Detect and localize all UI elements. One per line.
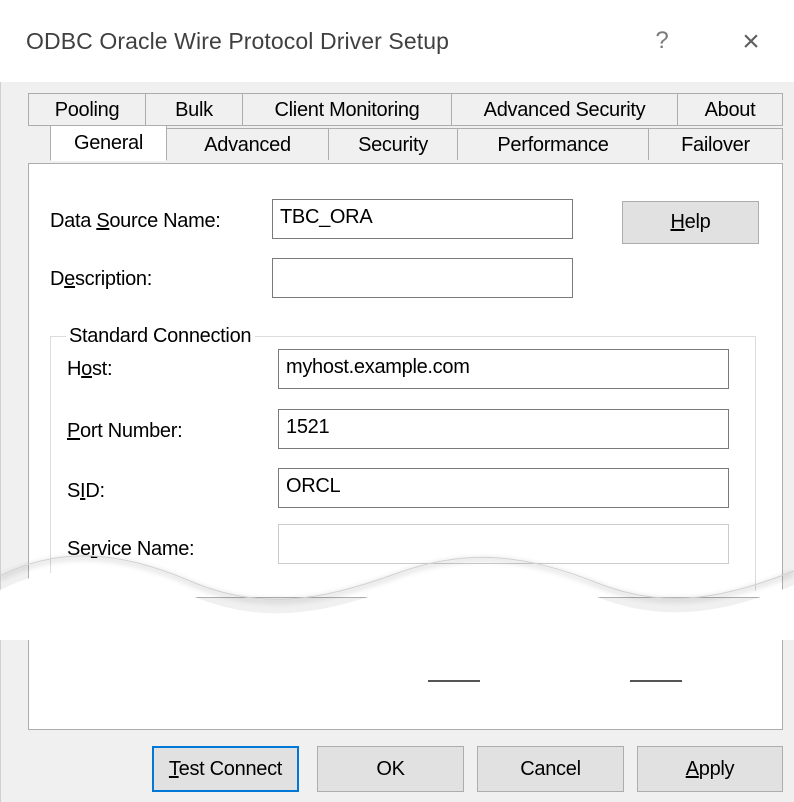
tab-bulk[interactable]: Bulk bbox=[145, 93, 243, 126]
apply-button[interactable]: Apply bbox=[637, 746, 783, 792]
sid-input[interactable]: ORCL bbox=[278, 468, 729, 508]
standard-connection-title: Standard Connection bbox=[66, 325, 256, 348]
tab-advanced-security[interactable]: Advanced Security bbox=[451, 93, 678, 126]
window-title: ODBC Oracle Wire Protocol Driver Setup bbox=[26, 28, 450, 54]
tab-pooling[interactable]: Pooling bbox=[28, 93, 146, 126]
tab-client-monitoring[interactable]: Client Monitoring bbox=[242, 93, 452, 126]
port-number-input[interactable]: 1521 bbox=[278, 409, 729, 449]
close-icon[interactable]: × bbox=[733, 24, 769, 60]
test-connect-button[interactable]: Test Connect bbox=[152, 746, 299, 792]
tab-about[interactable]: About bbox=[677, 93, 783, 126]
description-label: Description: bbox=[50, 268, 153, 290]
description-input[interactable] bbox=[272, 258, 573, 298]
data-source-name-input[interactable]: TBC_ORA bbox=[272, 199, 573, 239]
port-number-label: Port Number: bbox=[67, 420, 183, 442]
help-button[interactable]: Help bbox=[622, 201, 759, 244]
tab-failover[interactable]: Failover bbox=[648, 128, 783, 160]
tab-performance[interactable]: Performance bbox=[457, 128, 649, 160]
tab-general[interactable]: General bbox=[50, 125, 167, 161]
torn-edge-divider bbox=[0, 555, 794, 640]
title-bar: ODBC Oracle Wire Protocol Driver Setup ?… bbox=[0, 0, 794, 82]
help-question-icon[interactable]: ? bbox=[648, 24, 676, 58]
hidden-control-edge bbox=[630, 680, 682, 682]
ok-button[interactable]: OK bbox=[317, 746, 464, 792]
cancel-button[interactable]: Cancel bbox=[477, 746, 624, 792]
sid-label: SID: bbox=[67, 480, 105, 502]
driver-setup-dialog: ODBC Oracle Wire Protocol Driver Setup ?… bbox=[0, 0, 794, 802]
hidden-control-edge bbox=[428, 680, 480, 682]
host-input[interactable]: myhost.example.com bbox=[278, 349, 729, 389]
general-tab-panel-lower bbox=[28, 640, 783, 730]
tab-security[interactable]: Security bbox=[328, 128, 458, 160]
host-label: Host: bbox=[67, 358, 113, 380]
data-source-name-label: Data Source Name: bbox=[50, 210, 221, 232]
tab-advanced[interactable]: Advanced bbox=[166, 128, 329, 160]
